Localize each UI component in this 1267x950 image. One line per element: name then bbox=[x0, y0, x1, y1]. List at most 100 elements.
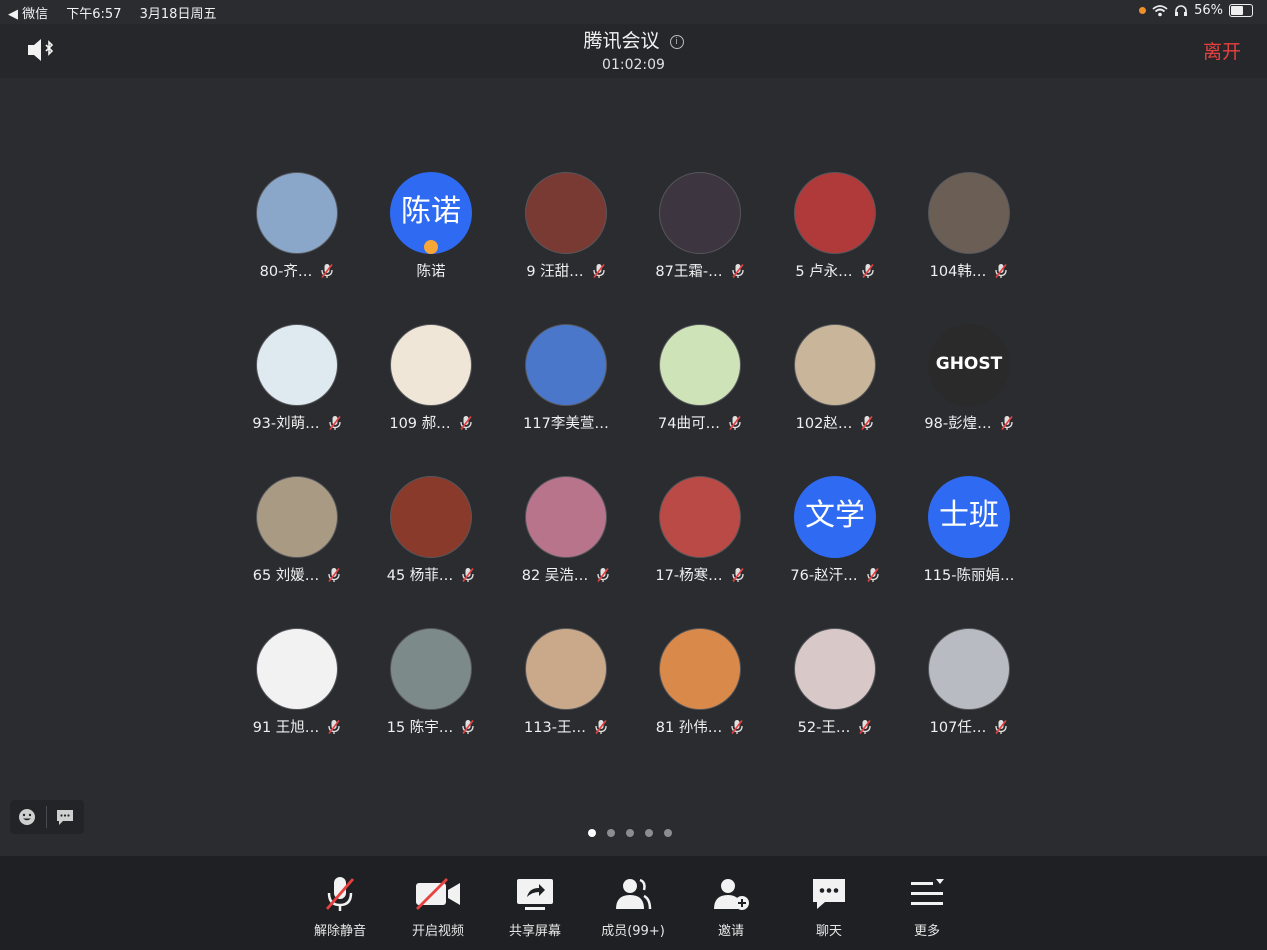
participant-tile[interactable]: 93-刘萌… bbox=[230, 324, 364, 433]
emoji-icon[interactable] bbox=[18, 808, 36, 826]
participant-tile[interactable]: 52-王… bbox=[768, 628, 902, 737]
battery-percent: 56% bbox=[1194, 3, 1223, 18]
participant-tile[interactable]: 87王霜-… bbox=[633, 172, 767, 281]
participant-name: 15 陈宇… bbox=[386, 720, 454, 736]
status-bar: ◀ 微信 下午6:57 3月18日周五 56% bbox=[0, 0, 1267, 24]
participant-avatar: 文学 bbox=[794, 476, 876, 558]
mic-muted-icon bbox=[994, 719, 1008, 735]
back-to-app-link[interactable]: ◀ 微信 bbox=[8, 7, 48, 22]
mic-muted-icon bbox=[459, 415, 473, 431]
battery-icon bbox=[1229, 4, 1253, 17]
page-indicator[interactable] bbox=[588, 829, 672, 837]
unmute-button[interactable]: 解除静音 bbox=[300, 874, 380, 939]
recording-indicator-icon bbox=[1139, 7, 1147, 14]
mic-muted-icon bbox=[592, 263, 606, 279]
members-label: 成员(99+) bbox=[601, 924, 665, 939]
share-screen-icon bbox=[517, 879, 553, 910]
mic-muted-icon bbox=[461, 567, 475, 583]
participant-avatar bbox=[390, 628, 472, 710]
participant-tile[interactable]: 74曲可… bbox=[633, 324, 767, 433]
page-dot[interactable] bbox=[664, 829, 672, 837]
participant-tile[interactable]: 陈诺 陈诺 bbox=[364, 172, 498, 281]
headphones-icon bbox=[1175, 4, 1188, 16]
participant-avatar bbox=[928, 628, 1010, 710]
participant-tile[interactable]: 9 汪甜… bbox=[499, 172, 633, 281]
participant-avatar bbox=[390, 324, 472, 406]
chat-label: 聊天 bbox=[815, 924, 842, 939]
participant-tile[interactable]: 113-王… bbox=[499, 628, 633, 737]
bottom-toolbar: 解除静音 开启视频 共享屏幕 成员(99+) 邀请 聊天 更多 bbox=[0, 856, 1267, 950]
participant-tile[interactable]: 45 杨菲… bbox=[364, 476, 498, 585]
chat-bubble-icon[interactable] bbox=[56, 808, 74, 826]
participant-avatar bbox=[256, 324, 338, 406]
participant-name: 102赵… bbox=[795, 416, 853, 432]
status-time: 下午6:57 bbox=[66, 7, 122, 22]
participant-tile[interactable]: 5 卢永… bbox=[768, 172, 902, 281]
participant-tile[interactable]: 107任… bbox=[902, 628, 1036, 737]
participant-name: 74曲可… bbox=[658, 416, 720, 432]
participant-name: 5 卢永… bbox=[795, 264, 853, 280]
more-label: 更多 bbox=[913, 924, 940, 939]
participant-avatar bbox=[659, 324, 741, 406]
page-dot[interactable] bbox=[645, 829, 653, 837]
participant-name: 81 孙伟… bbox=[655, 720, 723, 736]
page-dot[interactable] bbox=[607, 829, 615, 837]
page-dot[interactable] bbox=[626, 829, 634, 837]
mic-muted-icon bbox=[327, 567, 341, 583]
participant-tile[interactable]: GHOST 98-彭煌… bbox=[902, 324, 1036, 433]
participant-avatar bbox=[794, 628, 876, 710]
info-icon[interactable]: i bbox=[669, 35, 684, 49]
participant-name: 117李美萱… bbox=[523, 416, 609, 432]
participant-name: 52-王… bbox=[797, 720, 851, 736]
share-screen-label: 共享屏幕 bbox=[508, 924, 561, 939]
share-screen-button[interactable]: 共享屏幕 bbox=[495, 874, 575, 939]
participant-avatar bbox=[525, 628, 607, 710]
participant-avatar bbox=[928, 172, 1010, 254]
participant-tile[interactable]: 109 郝… bbox=[364, 324, 498, 433]
participant-avatar bbox=[794, 324, 876, 406]
members-icon bbox=[616, 878, 652, 910]
mic-muted-icon bbox=[994, 263, 1008, 279]
invite-button[interactable]: 邀请 bbox=[691, 874, 771, 939]
participant-tile[interactable]: 104韩… bbox=[902, 172, 1036, 281]
participant-name: 107任… bbox=[929, 720, 987, 736]
mic-muted-icon bbox=[320, 263, 334, 279]
participant-avatar bbox=[525, 476, 607, 558]
participant-name: 87王霜-… bbox=[655, 264, 723, 280]
more-button[interactable]: 更多 bbox=[887, 874, 967, 939]
leave-button[interactable]: 离开 bbox=[1203, 37, 1241, 64]
participant-avatar: 士班 bbox=[928, 476, 1010, 558]
participant-tile[interactable]: 102赵… bbox=[768, 324, 902, 433]
participant-tile[interactable]: 117李美萱… bbox=[499, 324, 633, 433]
mic-muted-icon bbox=[594, 719, 608, 735]
participant-tile[interactable]: 65 刘媛… bbox=[230, 476, 364, 585]
start-video-button[interactable]: 开启视频 bbox=[398, 874, 478, 939]
mic-muted-icon bbox=[1000, 415, 1014, 431]
mic-muted-icon bbox=[327, 719, 341, 735]
members-button[interactable]: 成员(99+) bbox=[593, 874, 673, 939]
participant-avatar bbox=[256, 172, 338, 254]
participant-avatar bbox=[390, 476, 472, 558]
participant-name: 17-杨寒… bbox=[655, 568, 723, 584]
participant-name: 9 汪甜… bbox=[526, 264, 584, 280]
participant-tile[interactable]: 80-齐… bbox=[230, 172, 364, 281]
mic-muted-icon bbox=[325, 877, 355, 911]
mic-muted-icon bbox=[731, 567, 745, 583]
participant-tile[interactable]: 士班 115-陈丽娟… bbox=[902, 476, 1036, 585]
participant-tile[interactable]: 82 吴浩… bbox=[499, 476, 633, 585]
participant-name: 45 杨菲… bbox=[386, 568, 454, 584]
participant-name: 65 刘媛… bbox=[252, 568, 320, 584]
reaction-chat-panel bbox=[10, 800, 84, 834]
mic-muted-icon bbox=[858, 719, 872, 735]
participant-tile[interactable]: 81 孙伟… bbox=[633, 628, 767, 737]
participant-tile[interactable]: 17-杨寒… bbox=[633, 476, 767, 585]
chat-button[interactable]: 聊天 bbox=[789, 874, 869, 939]
participant-name: 113-王… bbox=[524, 720, 586, 736]
participant-tile[interactable]: 文学 76-赵汗… bbox=[768, 476, 902, 585]
participant-name: 98-彭煌… bbox=[924, 416, 992, 432]
participant-tile[interactable]: 15 陈宇… bbox=[364, 628, 498, 737]
participant-avatar bbox=[794, 172, 876, 254]
participant-tile[interactable]: 91 王旭… bbox=[230, 628, 364, 737]
start-video-label: 开启视频 bbox=[411, 924, 464, 939]
page-dot[interactable] bbox=[588, 829, 596, 837]
